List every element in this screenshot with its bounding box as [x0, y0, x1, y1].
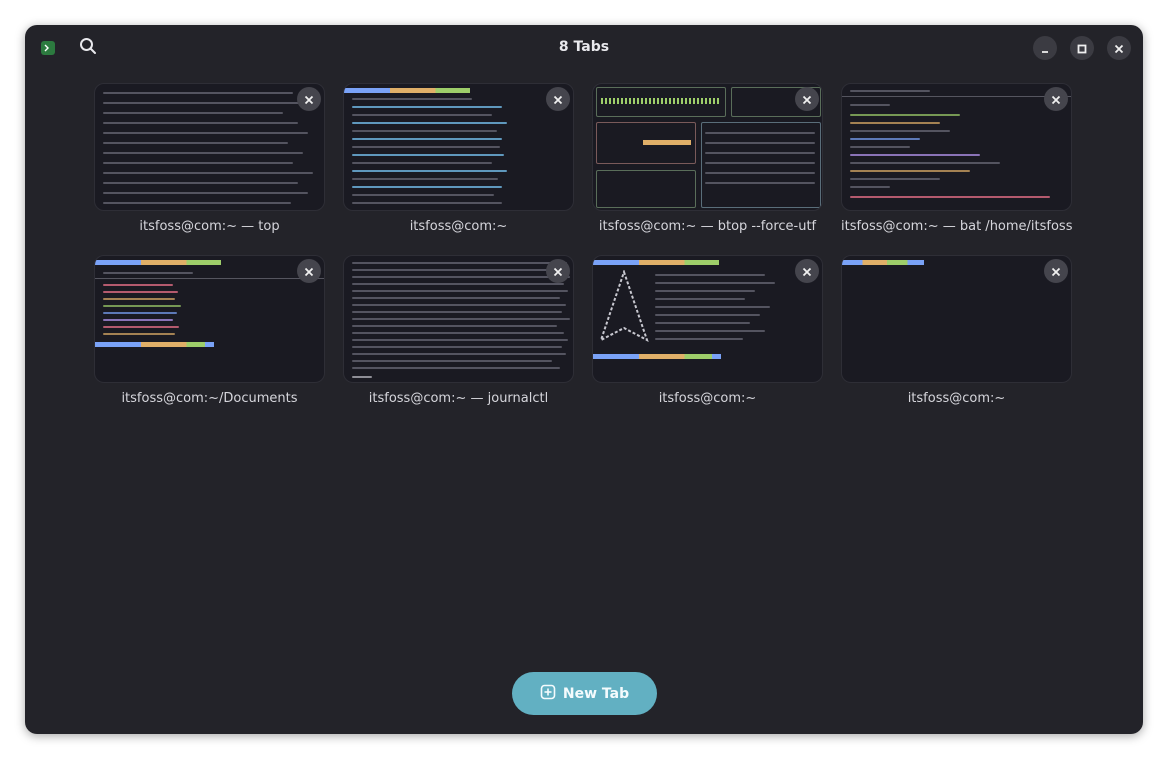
close-icon [553, 90, 563, 109]
close-icon [304, 262, 314, 281]
close-tab-button[interactable] [795, 259, 819, 283]
close-tab-button[interactable] [546, 259, 570, 283]
tab-card[interactable]: itsfoss@com:~ [592, 255, 823, 406]
close-icon [1114, 39, 1124, 58]
tab-title: itsfoss@com:~ [907, 391, 1006, 406]
tab-title: itsfoss@com:~ — top [139, 219, 280, 234]
tab-thumbnail[interactable] [592, 255, 823, 383]
tab-card[interactable]: itsfoss@com:~/Documents [94, 255, 325, 406]
tab-title: itsfoss@com:~/Documents [121, 391, 298, 406]
plus-square-icon [540, 684, 556, 704]
tab-thumbnail[interactable] [343, 255, 574, 383]
close-tab-button[interactable] [546, 87, 570, 111]
close-tab-button[interactable] [297, 87, 321, 111]
tab-grid: itsfoss@com:~ — top itsfoss@com:~ itsfos… [94, 83, 1072, 406]
maximize-button[interactable] [1070, 36, 1094, 60]
close-tab-button[interactable] [795, 87, 819, 111]
close-icon [304, 90, 314, 109]
tab-card[interactable]: itsfoss@com:~ [343, 83, 574, 234]
tab-card[interactable]: itsfoss@com:~ [841, 255, 1072, 406]
tab-card[interactable]: itsfoss@com:~ — top [94, 83, 325, 234]
tab-thumbnail[interactable] [94, 255, 325, 383]
tab-title: itsfoss@com:~ — journalctl [368, 391, 549, 406]
close-icon [802, 262, 812, 281]
tab-card[interactable]: itsfoss@com:~ — btop --force-utf [592, 83, 823, 234]
tab-thumbnail[interactable] [94, 83, 325, 211]
tab-card[interactable]: itsfoss@com:~ — bat /home/itsfoss/.bashr… [841, 83, 1072, 234]
window-title: 8 Tabs [558, 39, 610, 55]
tab-card[interactable]: itsfoss@com:~ — journalctl [343, 255, 574, 406]
close-icon [1051, 90, 1061, 109]
tab-thumbnail[interactable] [343, 83, 574, 211]
tab-thumbnail[interactable] [841, 83, 1072, 211]
close-tab-button[interactable] [297, 259, 321, 283]
close-icon [553, 262, 563, 281]
tab-overview-window: 8 Tabs itsfoss@com:~ — top itsfoss@com:~… [25, 25, 1143, 734]
tab-title: itsfoss@com:~ — bat /home/itsfoss/.bashr… [841, 219, 1072, 234]
minimize-button[interactable] [1033, 36, 1057, 60]
close-tab-button[interactable] [1044, 259, 1068, 283]
tab-title: itsfoss@com:~ [658, 391, 757, 406]
tab-title: itsfoss@com:~ [409, 219, 508, 234]
header-bar: 8 Tabs [25, 25, 1143, 71]
minimize-icon [1040, 39, 1050, 58]
tab-title: itsfoss@com:~ — btop --force-utf [598, 219, 817, 234]
maximize-icon [1077, 39, 1087, 58]
close-icon [1051, 262, 1061, 281]
tab-thumbnail[interactable] [592, 83, 823, 211]
close-tab-button[interactable] [1044, 87, 1068, 111]
new-tab-button[interactable]: New Tab [512, 672, 657, 715]
close-icon [802, 90, 812, 109]
close-window-button[interactable] [1107, 36, 1131, 60]
tab-thumbnail[interactable] [841, 255, 1072, 383]
new-tab-label: New Tab [562, 685, 630, 702]
